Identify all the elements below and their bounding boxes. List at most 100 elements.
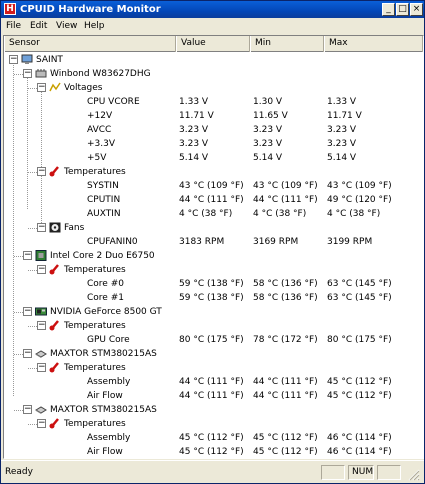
collapse-icon[interactable]: − [37, 419, 46, 428]
sensor-name: CPUTIN [87, 195, 121, 205]
sensor-min: 45 °C (112 °F) [253, 447, 318, 457]
column-header-sensor[interactable]: Sensor [4, 36, 176, 52]
sensor-value: 44 °C (111 °F) [179, 195, 244, 205]
hard-drive-icon [35, 406, 47, 414]
status-bar: Ready NUM [1, 460, 424, 483]
collapse-icon[interactable]: − [23, 251, 32, 260]
tree-line [14, 74, 23, 75]
sensor-value: 43 °C (109 °F) [179, 181, 244, 191]
category-label: Fans [64, 223, 85, 233]
tree-line [28, 326, 37, 327]
tree-node-category[interactable]: − Voltages [4, 81, 423, 95]
sensor-row[interactable]: AVCC 3.23 V 3.23 V 3.23 V [4, 123, 423, 137]
menu-edit[interactable]: Edit [30, 20, 47, 32]
sensor-value: 44 °C (111 °F) [179, 391, 244, 401]
collapse-icon[interactable]: − [37, 83, 46, 92]
sensor-row[interactable]: Core #1 59 °C (138 °F) 58 °C (136 °F) 63… [4, 291, 423, 305]
sensor-row[interactable]: CPUTIN 44 °C (111 °F) 44 °C (111 °F) 49 … [4, 193, 423, 207]
sensor-min: 11.65 V [253, 111, 288, 121]
collapse-icon[interactable]: − [23, 405, 32, 414]
sensor-name: GPU Core [87, 335, 130, 345]
status-text: Ready [5, 467, 33, 477]
computer-icon [21, 54, 33, 64]
sensor-name: +5V [87, 153, 107, 163]
column-header-min[interactable]: Min [250, 36, 324, 52]
sensor-name: Core #1 [87, 293, 124, 303]
collapse-icon[interactable]: − [37, 363, 46, 372]
category-label: Temperatures [64, 265, 126, 275]
sensor-row[interactable]: +5V 5.14 V 5.14 V 5.14 V [4, 151, 423, 165]
sensor-max: 46 °C (114 °F) [327, 447, 392, 457]
sensor-row[interactable]: CPUFANIN0 3183 RPM 3169 RPM 3199 RPM [4, 235, 423, 249]
sensor-name: CPU VCORE [87, 97, 140, 107]
sensor-row[interactable]: Core #0 59 °C (138 °F) 58 °C (136 °F) 63… [4, 277, 423, 291]
sensor-row[interactable]: AUXTIN 4 °C (38 °F) 4 °C (38 °F) 4 °C (3… [4, 207, 423, 221]
collapse-icon[interactable]: − [23, 349, 32, 358]
sensor-value: 1.33 V [179, 97, 209, 107]
sensor-min: 3.23 V [253, 125, 283, 135]
tree-line [28, 88, 37, 89]
sensor-name: Air Flow [87, 391, 123, 401]
fan-icon [49, 222, 61, 233]
sensor-min: 45 °C (112 °F) [253, 433, 318, 443]
close-button[interactable]: × [410, 3, 423, 16]
title-bar[interactable]: H CPUID Hardware Monitor _ □ × [1, 1, 424, 18]
computer-name: SAINT [36, 55, 63, 65]
maximize-button[interactable]: □ [396, 3, 409, 16]
tree-node-category[interactable]: − Temperatures [4, 319, 423, 333]
sensor-row[interactable]: Air Flow 45 °C (112 °F) 45 °C (112 °F) 4… [4, 445, 423, 458]
sensor-min: 1.30 V [253, 97, 283, 107]
sensor-name: Assembly [87, 377, 131, 387]
collapse-icon[interactable]: − [37, 321, 46, 330]
collapse-icon[interactable]: − [37, 167, 46, 176]
tree-node-category[interactable]: − Temperatures [4, 165, 423, 179]
app-icon[interactable]: H [4, 3, 16, 15]
category-label: Temperatures [64, 321, 126, 331]
column-header-value[interactable]: Value [176, 36, 250, 52]
graphics-card-icon [35, 307, 47, 316]
tree-node-category[interactable]: − Fans [4, 221, 423, 235]
sensor-value: 44 °C (111 °F) [179, 377, 244, 387]
sensor-max: 63 °C (145 °F) [327, 293, 392, 303]
tree-node-category[interactable]: − Temperatures [4, 263, 423, 277]
sensor-value: 80 °C (175 °F) [179, 335, 244, 345]
sensor-name: CPUFANIN0 [87, 237, 138, 247]
column-header-max[interactable]: Max [324, 36, 423, 52]
minimize-button[interactable]: _ [382, 3, 395, 16]
sensor-row[interactable]: CPU VCORE 1.33 V 1.30 V 1.33 V [4, 95, 423, 109]
sensor-row[interactable]: Assembly 44 °C (111 °F) 44 °C (111 °F) 4… [4, 375, 423, 389]
tree-node-category[interactable]: − Temperatures [4, 361, 423, 375]
collapse-icon[interactable]: − [37, 265, 46, 274]
tree-node-device[interactable]: − NVIDIA GeForce 8500 GT [4, 305, 423, 319]
tree-node-device[interactable]: − Winbond W83627DHG [4, 67, 423, 81]
sensor-row[interactable]: +3.3V 3.23 V 3.23 V 3.23 V [4, 137, 423, 151]
chip-icon [35, 69, 47, 78]
sensor-min: 3169 RPM [253, 237, 299, 247]
sensor-tree-list[interactable]: Sensor Value Min Max − SAINT − Winbond W… [3, 35, 424, 459]
sensor-value: 3183 RPM [179, 237, 225, 247]
device-name: MAXTOR STM380215AS [50, 349, 157, 359]
menu-help[interactable]: Help [84, 20, 105, 32]
hard-drive-icon [35, 350, 47, 358]
sensor-row[interactable]: Air Flow 44 °C (111 °F) 44 °C (111 °F) 4… [4, 389, 423, 403]
sensor-row[interactable]: SYSTIN 43 °C (109 °F) 43 °C (109 °F) 43 … [4, 179, 423, 193]
sensor-row[interactable]: Assembly 45 °C (112 °F) 45 °C (112 °F) 4… [4, 431, 423, 445]
sensor-value: 3.23 V [179, 125, 209, 135]
tree-node-device[interactable]: − MAXTOR STM380215AS [4, 403, 423, 417]
collapse-icon[interactable]: − [37, 223, 46, 232]
collapse-icon[interactable]: − [23, 69, 32, 78]
sensor-max: 3.23 V [327, 139, 357, 149]
menu-view[interactable]: View [56, 20, 77, 32]
sensor-row[interactable]: +12V 11.71 V 11.65 V 11.71 V [4, 109, 423, 123]
collapse-icon[interactable]: − [23, 307, 32, 316]
tree-node-device[interactable]: − Intel Core 2 Duo E6750 [4, 249, 423, 263]
sensor-min: 58 °C (136 °F) [253, 293, 318, 303]
tree-node-category[interactable]: − Temperatures [4, 417, 423, 431]
device-name: Winbond W83627DHG [50, 69, 151, 79]
sensor-row[interactable]: GPU Core 80 °C (175 °F) 78 °C (172 °F) 8… [4, 333, 423, 347]
tree-node-device[interactable]: − MAXTOR STM380215AS [4, 347, 423, 361]
menu-file[interactable]: File [6, 20, 21, 32]
resize-grip-icon[interactable] [405, 467, 420, 481]
collapse-icon[interactable]: − [9, 55, 18, 64]
tree-node-computer[interactable]: − SAINT [4, 53, 423, 67]
